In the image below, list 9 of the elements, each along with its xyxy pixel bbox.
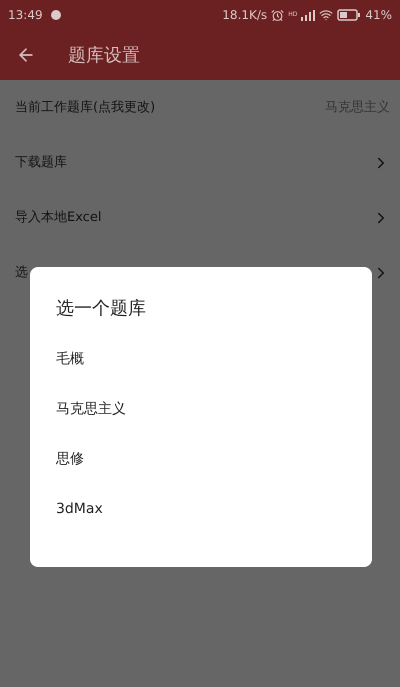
network-speed: 18.1K/s xyxy=(222,7,268,24)
battery-level: 41% xyxy=(365,7,392,24)
settings-label: 导入本地Excel xyxy=(15,208,102,227)
settings-label: 当前工作题库(点我更改) xyxy=(15,98,156,117)
dialog-title: 选一个题库 xyxy=(55,297,147,321)
app-bar-title: 题库设置 xyxy=(68,44,140,68)
settings-label: 下载题库 xyxy=(15,154,67,172)
settings-label: 选 xyxy=(15,264,28,282)
status-time: 13:49 xyxy=(8,7,43,24)
